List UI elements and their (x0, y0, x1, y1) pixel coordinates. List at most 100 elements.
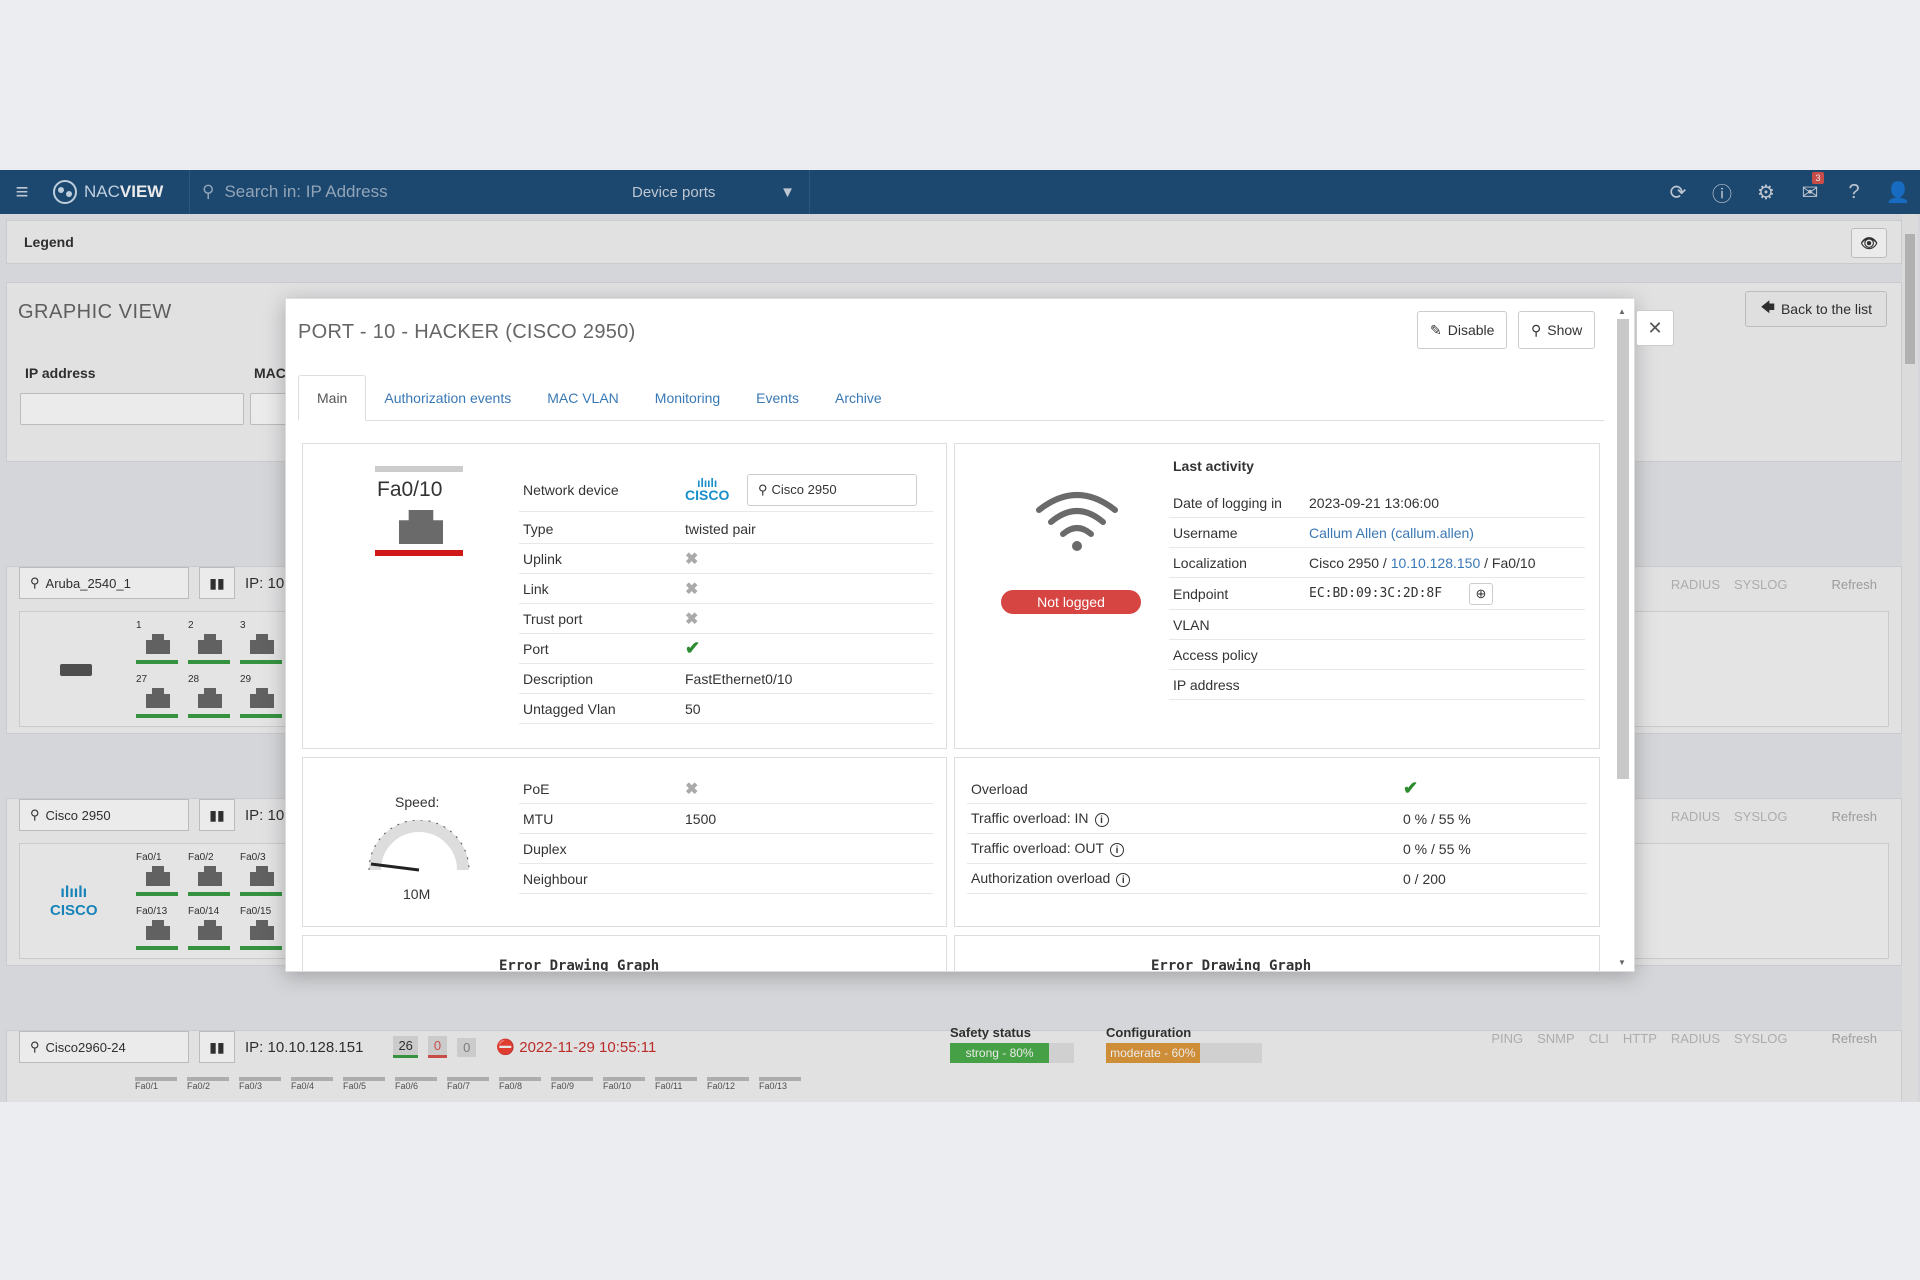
poe-row: PoE ✖ (519, 774, 933, 804)
localization-row: Localization Cisco 2950 / 10.10.128.150 /… (1169, 548, 1585, 578)
trust-port-row: Trust port ✖ (519, 604, 933, 634)
auth-overload-label: Authorization overload i (971, 870, 1131, 888)
disable-label: Disable (1447, 322, 1495, 338)
tab-mac-vlan[interactable]: MAC VLAN (529, 375, 637, 421)
uplink-row: Uplink ✖ (519, 544, 933, 574)
trust-port-cross-icon: ✖ (685, 610, 699, 628)
mtu-row: MTU 1500 (519, 804, 933, 834)
vlan-label: VLAN (1173, 616, 1210, 633)
port-status-bar (375, 550, 463, 556)
access-policy-row: Access policy (1169, 640, 1585, 670)
network-device-label: Network device (523, 481, 619, 498)
neighbour-row: Neighbour (519, 864, 933, 894)
login-date-value: 2023-09-21 13:06:00 (1309, 494, 1439, 511)
graph-error-text: Error Drawing Graph (499, 958, 660, 972)
port-check-icon: ✔ (685, 638, 701, 658)
username-link[interactable]: Callum Allen (callum.allen) (1309, 525, 1474, 541)
tab-archive[interactable]: Archive (817, 375, 900, 421)
uplink-label: Uplink (523, 550, 562, 567)
localization-value: Cisco 2950 / 10.10.128.150 / Fa0/10 (1309, 555, 1536, 571)
tab-authorization-events[interactable]: Authorization events (366, 375, 529, 421)
traffic-out-value: 0 % / 55 % (1403, 840, 1471, 857)
endpoint-label: Endpoint (1173, 585, 1229, 602)
tab-main[interactable]: Main (298, 375, 367, 421)
close-icon[interactable]: ✕ (1636, 310, 1674, 346)
speed-label: Speed: (395, 794, 440, 810)
overload-check-icon: ✔ (1403, 778, 1419, 798)
overload-label: Overload (971, 780, 1028, 797)
modal-tabs: Main Authorization events MAC VLAN Monit… (298, 375, 1604, 421)
show-button[interactable]: ⚲ Show (1518, 311, 1596, 349)
graph-error-text: Error Drawing Graph (1151, 958, 1312, 972)
port-row: Port ✔ (519, 634, 933, 664)
localization-port: / Fa0/10 (1480, 554, 1536, 571)
port-speed-card: Speed: 10M PoE ✖ MTU 1500 Duplex Neighbour (302, 757, 947, 927)
network-device-row: Network device ılıılı CISCO ⚲ Cisco 2950 (519, 468, 933, 512)
traffic-out-row: Traffic overload: OUT i 0 % / 55 % (967, 834, 1587, 864)
description-value: FastEthernet0/10 (685, 670, 793, 687)
ip-address-label: IP address (1173, 676, 1240, 693)
endpoint-row: Endpoint EC:BD:09:3C:2D:8F ⊕ (1169, 578, 1585, 610)
network-device-value: Cisco 2950 (771, 482, 837, 497)
type-label: Type (523, 520, 554, 537)
type-row: Type twisted pair (519, 514, 933, 544)
last-activity-card: Not logged Last activity Date of logging… (954, 443, 1600, 749)
network-device-link[interactable]: ⚲ Cisco 2950 (747, 473, 917, 506)
traffic-out-label: Traffic overload: OUT i (971, 840, 1125, 858)
duplex-label: Duplex (523, 840, 567, 857)
overload-card: Overload ✔ Traffic overload: IN i 0 % / 55 … (954, 757, 1600, 927)
search-icon: ⚲ (1531, 321, 1542, 338)
username-label: Username (1173, 524, 1238, 541)
traffic-in-row: Traffic overload: IN i 0 % / 55 % (967, 804, 1587, 834)
port-label: Port (523, 640, 549, 657)
info-icon[interactable]: i (1110, 843, 1125, 858)
neighbour-label: Neighbour (523, 870, 588, 887)
info-icon[interactable]: i (1094, 813, 1109, 828)
mtu-value: 1500 (685, 810, 717, 827)
modal-scroll-thumb[interactable] (1617, 319, 1629, 779)
status-badge: Not logged (1001, 590, 1141, 614)
localization-ip-link[interactable]: 10.10.128.150 (1391, 555, 1481, 571)
port-name: Fa0/10 (377, 478, 443, 501)
localization-device: Cisco 2950 (1309, 554, 1380, 571)
localization-label: Localization (1173, 554, 1247, 571)
overload-row: Overload ✔ (967, 774, 1587, 804)
speed-gauge-icon (368, 820, 470, 872)
port-details-modal: PORT - 10 - HACKER (CISCO 2950) ✎ Disable… (285, 298, 1635, 972)
endpoint-add-icon[interactable]: ⊕ (1469, 582, 1493, 605)
untagged-vlan-value: 50 (685, 700, 701, 717)
duplex-row: Duplex (519, 834, 933, 864)
tab-events[interactable]: Events (738, 375, 817, 421)
untagged-vlan-row: Untagged Vlan 50 (519, 694, 933, 724)
disable-button[interactable]: ✎ Disable (1417, 311, 1508, 349)
modal-scrollbar[interactable]: ▲ ▼ (1616, 307, 1630, 967)
login-date-label: Date of logging in (1173, 494, 1282, 511)
tab-monitoring[interactable]: Monitoring (637, 375, 738, 421)
ip-address-row: IP address (1169, 670, 1585, 700)
description-label: Description (523, 670, 594, 687)
graph-card-left: Error Drawing Graph (302, 935, 947, 972)
scroll-up-icon[interactable]: ▲ (1618, 307, 1626, 316)
username-row: Username Callum Allen (callum.allen) (1169, 518, 1585, 548)
link-cross-icon: ✖ (685, 580, 699, 598)
graph-card-right: Error Drawing Graph (954, 935, 1600, 972)
pencil-icon: ✎ (1430, 321, 1442, 338)
auth-overload-value: 0 / 200 (1403, 870, 1446, 887)
type-value: twisted pair (685, 520, 756, 537)
last-activity-title: Last activity (1173, 458, 1254, 474)
endpoint-value: EC:BD:09:3C:2D:8F (1309, 586, 1443, 601)
scroll-down-icon[interactable]: ▼ (1618, 958, 1626, 967)
login-date-row: Date of logging in 2023-09-21 13:06:00 (1169, 488, 1585, 518)
auth-overload-row: Authorization overload i 0 / 200 (967, 864, 1587, 894)
link-row: Link ✖ (519, 574, 933, 604)
untagged-vlan-label: Untagged Vlan (523, 700, 616, 717)
show-label: Show (1547, 322, 1583, 338)
port-header-bar (375, 466, 463, 472)
trust-port-label: Trust port (523, 610, 583, 627)
traffic-in-value: 0 % / 55 % (1403, 810, 1471, 827)
access-policy-label: Access policy (1173, 646, 1258, 663)
poe-label: PoE (523, 780, 550, 797)
info-icon[interactable]: i (1116, 873, 1131, 888)
cisco-logo: ılıılı CISCO (685, 476, 730, 503)
modal-title: PORT - 10 - HACKER (CISCO 2950) (298, 321, 636, 343)
